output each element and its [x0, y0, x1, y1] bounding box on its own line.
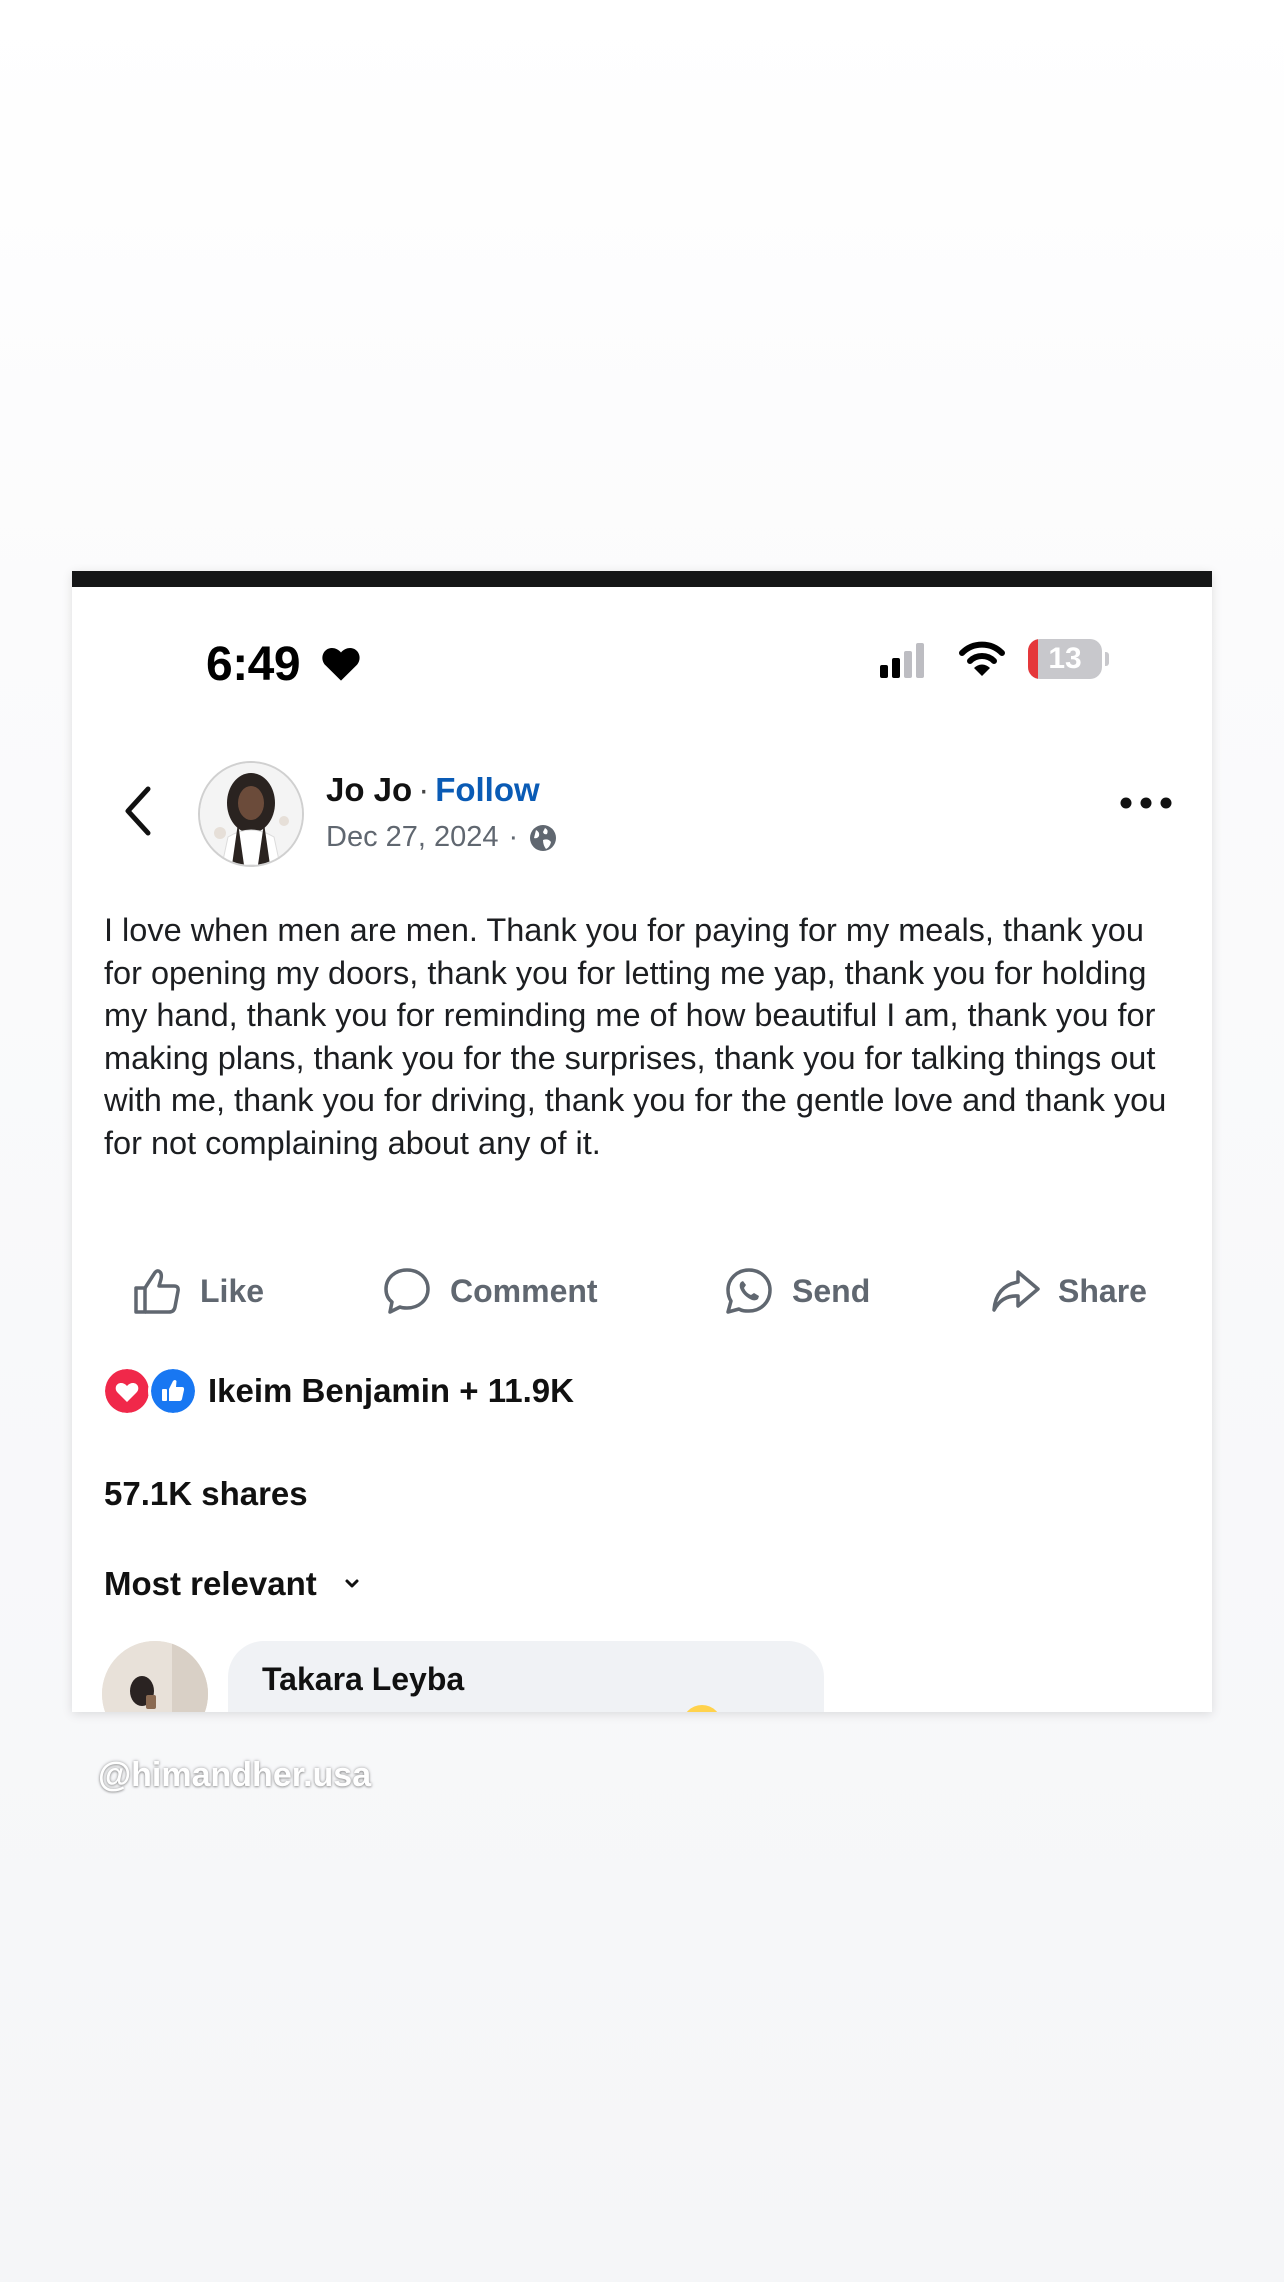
- commenter-avatar[interactable]: [102, 1641, 208, 1712]
- follow-button[interactable]: Follow: [435, 771, 539, 808]
- author-name[interactable]: Jo Jo: [326, 771, 412, 808]
- comment-author[interactable]: Takara Leyba: [262, 1661, 464, 1698]
- like-reaction-icon: [148, 1366, 198, 1416]
- post-meta: Dec 27, 2024 ·: [326, 821, 558, 854]
- battery-body: 13: [1028, 639, 1102, 679]
- post-date: Dec 27, 2024: [326, 821, 499, 853]
- battery-icon: 13: [1028, 639, 1110, 679]
- action-bar: Like Comment Send Share: [72, 1251, 1212, 1331]
- author-line: Jo Jo · Follow: [326, 771, 540, 809]
- comment-bubble[interactable]: Takara Leyba: [228, 1641, 824, 1712]
- date-separator: ·: [508, 821, 519, 853]
- send-label: Send: [792, 1272, 871, 1309]
- author-separator: ·: [418, 771, 430, 808]
- more-options-icon[interactable]: [1118, 791, 1174, 815]
- comment-sort-dropdown[interactable]: Most relevant: [104, 1565, 363, 1603]
- shares-count[interactable]: 57.1K shares: [104, 1475, 308, 1513]
- like-label: Like: [200, 1272, 265, 1309]
- battery-nub: [1105, 652, 1109, 666]
- battery-level: 13: [1048, 642, 1082, 675]
- back-arrow-icon[interactable]: [118, 783, 158, 839]
- heart-icon: [322, 647, 360, 681]
- status-time: 6:49: [206, 638, 301, 691]
- emoji-icon: [682, 1705, 722, 1712]
- wifi-icon: [959, 641, 1005, 676]
- share-arrow-icon: [992, 1270, 1040, 1312]
- comment-bubble-icon: [384, 1268, 430, 1314]
- post-text: I love when men are men. Thank you for p…: [104, 912, 1167, 1161]
- reactions-summary[interactable]: Ikeim Benjamin + 11.9K: [102, 1361, 574, 1421]
- thumbs-up-icon: [134, 1269, 180, 1314]
- watermark: @himandher.usa: [98, 1756, 372, 1794]
- like-button[interactable]: Like: [130, 1251, 264, 1331]
- love-reaction-icon: [102, 1366, 152, 1416]
- comment-button[interactable]: Comment: [380, 1251, 598, 1331]
- globe-icon: [530, 824, 557, 851]
- author-avatar-image: [200, 763, 302, 865]
- sort-label: Most relevant: [104, 1565, 317, 1602]
- share-label: Share: [1058, 1272, 1147, 1309]
- top-edge-bar: [72, 571, 1212, 587]
- cellular-signal-icon: [880, 643, 924, 678]
- reactions-text: Ikeim Benjamin + 11.9K: [208, 1372, 574, 1409]
- whatsapp-icon: [726, 1268, 772, 1314]
- commenter-avatar-image: [102, 1641, 208, 1712]
- comment-label: Comment: [450, 1272, 598, 1309]
- screenshot-card: 6:49 13 Jo Jo · Follow Dec 27, 2024 · I …: [72, 571, 1212, 1712]
- chevron-down-icon: [345, 1579, 359, 1588]
- send-button[interactable]: Send: [722, 1251, 870, 1331]
- author-avatar[interactable]: [198, 761, 304, 867]
- share-button[interactable]: Share: [988, 1251, 1147, 1331]
